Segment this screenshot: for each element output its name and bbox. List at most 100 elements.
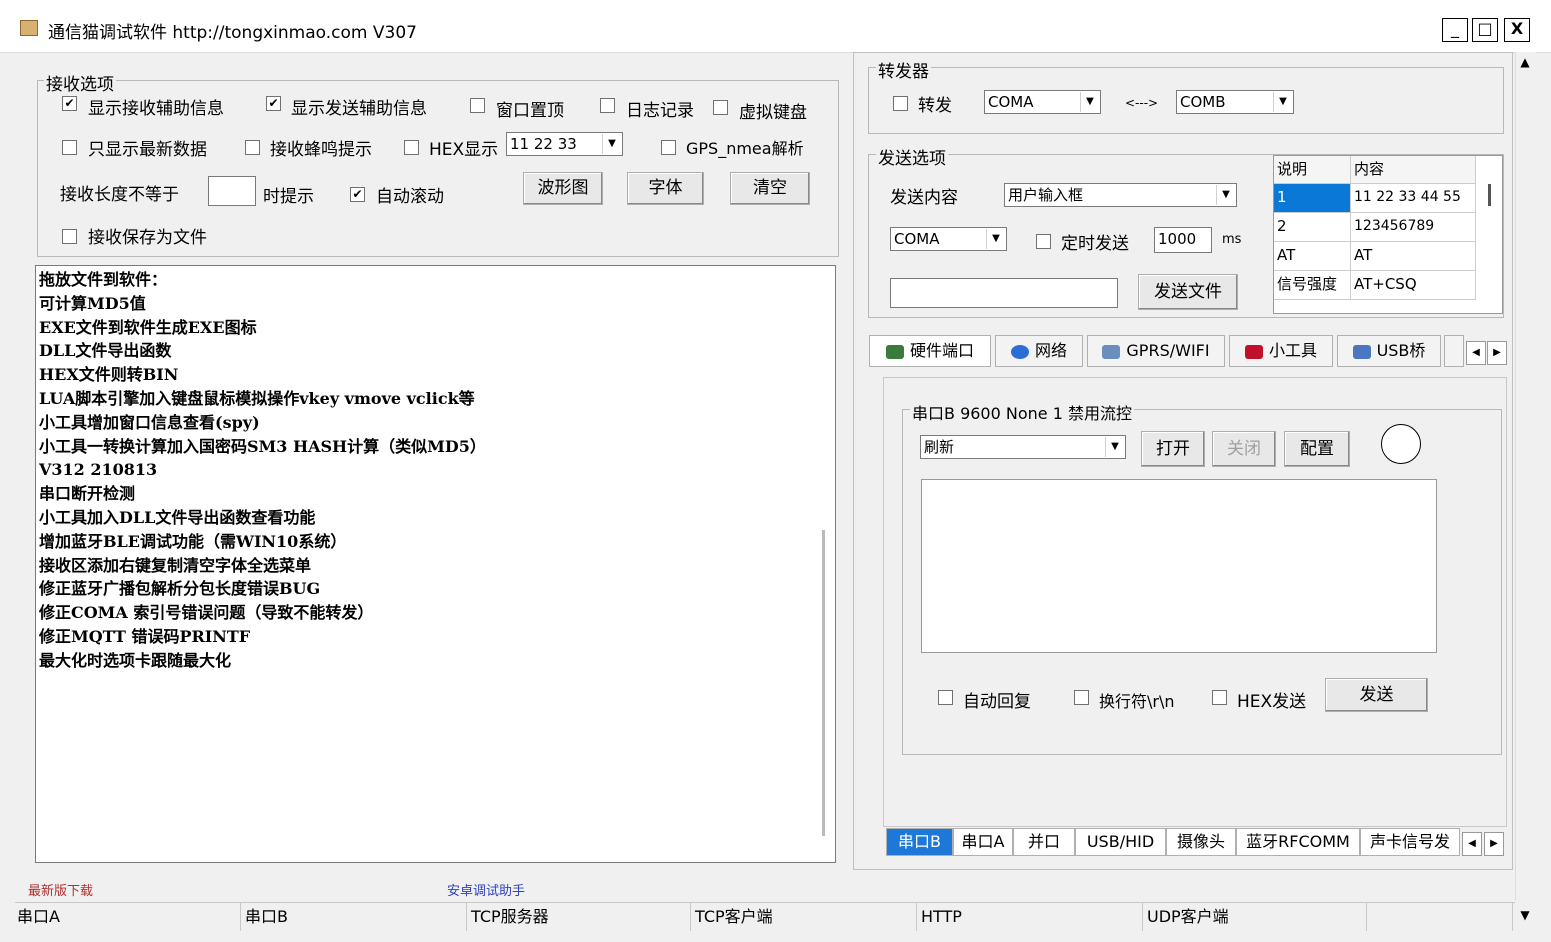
log-line: 修正COMA 索引号错误问题（导致不能转发） <box>39 603 374 623</box>
waveform-button[interactable]: 波形图 <box>523 172 603 205</box>
forwarder-label: 转发器 <box>876 57 931 82</box>
tab-scroll-left-icon[interactable]: ◀ <box>1466 341 1486 365</box>
window-title: 通信猫调试软件 http://tongxinmao.com V307 <box>48 23 417 43</box>
tab-usb-bridge[interactable]: USB桥 <box>1337 335 1441 367</box>
tab-gprs-wifi[interactable]: GPRS/WIFI <box>1087 335 1225 367</box>
latest-download-link[interactable]: 最新版下载 <box>28 880 93 899</box>
chevron-down-icon: ▼ <box>1105 437 1124 457</box>
log-record-label: 日志记录 <box>626 101 694 121</box>
port-refresh-value: 刷新 <box>924 438 955 456</box>
close-port-button[interactable]: 关闭 <box>1212 431 1276 467</box>
android-helper-link[interactable]: 安卓调试助手 <box>447 880 525 899</box>
tab-overflow[interactable] <box>1444 335 1464 367</box>
right-scrollbar[interactable] <box>1515 52 1536 900</box>
show-recv-info-checkbox[interactable]: ✔ <box>62 96 77 111</box>
length-prefix-label: 接收长度不等于 <box>60 185 179 205</box>
bottom-tab-scroll-right-icon[interactable]: ▶ <box>1484 832 1504 856</box>
save-to-file-checkbox[interactable] <box>62 229 77 244</box>
newline-checkbox[interactable] <box>1074 690 1089 705</box>
status-com-a: 串口A <box>15 903 241 931</box>
receive-scrollbar-thumb[interactable] <box>822 530 825 836</box>
table-cell[interactable]: AT+CSQ <box>1351 271 1476 300</box>
status-tcp-client: TCP客户端 <box>693 903 917 931</box>
bottom-tab-camera[interactable]: 摄像头 <box>1166 828 1236 856</box>
log-line: 拖放文件到软件： <box>39 270 168 289</box>
status-extra <box>1369 903 1513 931</box>
clear-button[interactable]: 清空 <box>730 172 810 205</box>
length-input[interactable] <box>208 176 256 206</box>
interval-input[interactable]: 1000 <box>1154 227 1212 253</box>
table-cell[interactable]: 2 <box>1274 213 1351 242</box>
table-cell[interactable]: 1 <box>1274 184 1351 213</box>
show-send-info-label: 显示发送辅助信息 <box>291 99 427 119</box>
send-content-label: 发送内容 <box>890 188 958 208</box>
tab-scroll-right-icon[interactable]: ▶ <box>1487 341 1507 365</box>
tab-network[interactable]: 网络 <box>995 335 1083 367</box>
send-button[interactable]: 发送 <box>1325 678 1428 712</box>
log-line: V312 210813 <box>39 460 158 480</box>
app-icon <box>20 20 38 36</box>
status-http: HTTP <box>919 903 1143 931</box>
table-scrollbar-thumb[interactable] <box>1488 184 1491 206</box>
auto-reply-checkbox[interactable] <box>938 690 953 705</box>
bottom-tab-com-b[interactable]: 串口B <box>886 828 953 856</box>
hex-display-checkbox[interactable] <box>404 140 419 155</box>
maximize-button[interactable]: □ <box>1472 18 1498 42</box>
port-refresh-combo[interactable]: 刷新 ▼ <box>920 435 1126 459</box>
scroll-down-icon[interactable]: ▼ <box>1515 904 1535 926</box>
only-latest-label: 只显示最新数据 <box>88 140 207 160</box>
font-button[interactable]: 字体 <box>627 172 704 205</box>
forward-from-combo[interactable]: COMA ▼ <box>984 90 1101 114</box>
table-cell[interactable]: 123456789 <box>1351 213 1476 242</box>
log-record-checkbox[interactable] <box>600 98 615 113</box>
table-cell[interactable]: AT <box>1351 242 1476 271</box>
auto-scroll-checkbox[interactable]: ✔ <box>350 187 365 202</box>
hex-send-checkbox[interactable] <box>1212 690 1227 705</box>
gps-label: GPS_nmea解析 <box>686 139 804 158</box>
bottom-tab-usb-hid[interactable]: USB/HID <box>1075 828 1166 856</box>
config-button[interactable]: 配置 <box>1284 431 1350 467</box>
receive-textarea[interactable]: 拖放文件到软件： 可计算MD5值 EXE文件到软件生成EXE图标 DLL文件导出… <box>35 265 836 863</box>
tab-hardware-port[interactable]: 硬件端口 <box>869 335 991 367</box>
status-udp-client: UDP客户端 <box>1145 903 1367 931</box>
status-com-b: 串口B <box>243 903 467 931</box>
open-button[interactable]: 打开 <box>1141 431 1205 467</box>
only-latest-checkbox[interactable] <box>62 140 77 155</box>
hex-separator-combo[interactable]: 11 22 33 ▼ <box>506 132 623 156</box>
gps-checkbox[interactable] <box>661 140 676 155</box>
table-header-desc[interactable]: 说明 <box>1274 156 1351 184</box>
log-line: LUA脚本引擎加入键盘鼠标模拟操作vkey vmove vclick等 <box>39 388 475 408</box>
timed-send-checkbox[interactable] <box>1036 234 1051 249</box>
send-content-combo[interactable]: 用户输入框 ▼ <box>1004 183 1237 207</box>
scroll-up-icon[interactable]: ▲ <box>1515 52 1535 72</box>
send-port-combo[interactable]: COMA ▼ <box>890 227 1007 251</box>
show-send-info-checkbox[interactable]: ✔ <box>266 96 281 111</box>
beep-checkbox[interactable] <box>245 140 260 155</box>
minimize-button[interactable]: _ <box>1442 18 1468 42</box>
table-header-content[interactable]: 内容 <box>1351 156 1476 184</box>
bottom-tab-scroll-left-icon[interactable]: ◀ <box>1462 832 1482 856</box>
send-file-button[interactable]: 发送文件 <box>1138 274 1238 310</box>
chevron-down-icon: ▼ <box>602 134 621 154</box>
table-cell[interactable]: 信号强度 <box>1274 271 1351 300</box>
table-cell[interactable]: 11 22 33 44 55 <box>1351 184 1476 213</box>
virtual-keyboard-checkbox[interactable] <box>713 100 728 115</box>
auto-scroll-label: 自动滚动 <box>376 187 444 207</box>
bottom-tab-parallel[interactable]: 并口 <box>1013 828 1075 856</box>
table-cell[interactable]: AT <box>1274 242 1351 271</box>
window-top-label: 窗口置顶 <box>496 101 564 121</box>
log-line: 接收区添加右键复制清空字体全选菜单 <box>39 555 312 575</box>
bottom-tab-com-a[interactable]: 串口A <box>953 828 1013 856</box>
port-send-textarea[interactable] <box>921 479 1437 653</box>
forward-checkbox[interactable] <box>893 96 908 111</box>
bottom-tab-soundcard[interactable]: 声卡信号发 <box>1360 828 1460 856</box>
quick-send-table[interactable]: 说明 内容 1 11 22 33 44 55 2 123456789 AT AT… <box>1273 155 1503 314</box>
hex-send-label: HEX发送 <box>1237 692 1307 712</box>
tab-tools[interactable]: 小工具 <box>1229 335 1333 367</box>
window-top-checkbox[interactable] <box>470 98 485 113</box>
forward-to-combo[interactable]: COMB ▼ <box>1176 90 1294 114</box>
forward-arrow: <---> <box>1125 96 1159 110</box>
bottom-tab-bluetooth[interactable]: 蓝牙RFCOMM <box>1236 828 1360 856</box>
send-file-path-input[interactable] <box>890 278 1118 308</box>
close-button[interactable]: X <box>1504 18 1530 42</box>
